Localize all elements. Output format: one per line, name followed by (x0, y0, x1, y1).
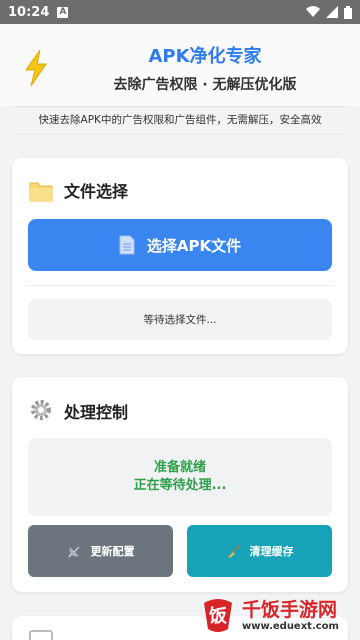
gear-icon (31, 400, 51, 420)
file-status-text: 等待选择文件... (143, 314, 217, 326)
status-indicators (306, 5, 352, 19)
update-config-button[interactable]: 更新配置 (28, 525, 173, 577)
notification-icon: A (57, 6, 69, 18)
document-icon (119, 235, 135, 255)
select-apk-label: 选择APK文件 (146, 236, 242, 255)
control-button-row: 更新配置 清理缓存 (28, 525, 332, 577)
file-status-box: 等待选择文件... (28, 299, 332, 340)
wifi-icon (306, 6, 320, 18)
file-selection-card: 文件选择 选择APK文件 等待选择文件... (12, 158, 348, 354)
process-control-title: 处理控制 (64, 403, 129, 422)
watermark-text: 千饭手游网 www.eduext.com (242, 599, 339, 632)
svg-text:饭: 饭 (208, 605, 227, 627)
watermark-url: www.eduext.com (242, 620, 339, 632)
battery-icon (344, 5, 352, 19)
state-ready-text: 准备就绪 (153, 460, 206, 475)
clear-cache-label: 清理缓存 (249, 545, 294, 558)
process-control-card: 处理控制 准备就绪 正在等待处理... 更新配置 清理缓存 (12, 377, 348, 592)
watermark-logo-icon: 饭 (204, 599, 232, 632)
app-header: APK净化专家 去除广告权限 · 无解压优化版 (0, 24, 360, 106)
header-divider (14, 106, 346, 107)
signal-icon (326, 6, 338, 18)
status-bar: 10:24 A (0, 0, 360, 24)
description-divider (14, 134, 346, 135)
select-apk-button[interactable]: 选择APK文件 (28, 219, 332, 271)
watermark: 饭 千饭手游网 www.eduext.com (198, 592, 358, 638)
app-subtitle: 去除广告权限 · 无解压优化版 (113, 77, 297, 93)
status-time: 10:24 (8, 4, 50, 20)
folder-icon (29, 182, 53, 202)
watermark-name: 千饭手游网 (242, 598, 338, 621)
section-icon (29, 630, 53, 640)
update-config-label: 更新配置 (90, 545, 135, 558)
clear-cache-button[interactable]: 清理缓存 (187, 525, 332, 577)
file-selection-title: 文件选择 (64, 182, 129, 201)
app-description: 快速去除APK中的广告权限和广告组件，无需解压，安全高效 (38, 114, 322, 126)
card-divider (28, 285, 332, 286)
app-title: APK净化专家 (148, 46, 262, 67)
satellite-dish-icon (67, 546, 79, 558)
process-state-box: 准备就绪 正在等待处理... (28, 438, 332, 516)
state-waiting-text: 正在等待处理... (133, 478, 227, 493)
broom-icon (227, 544, 241, 558)
